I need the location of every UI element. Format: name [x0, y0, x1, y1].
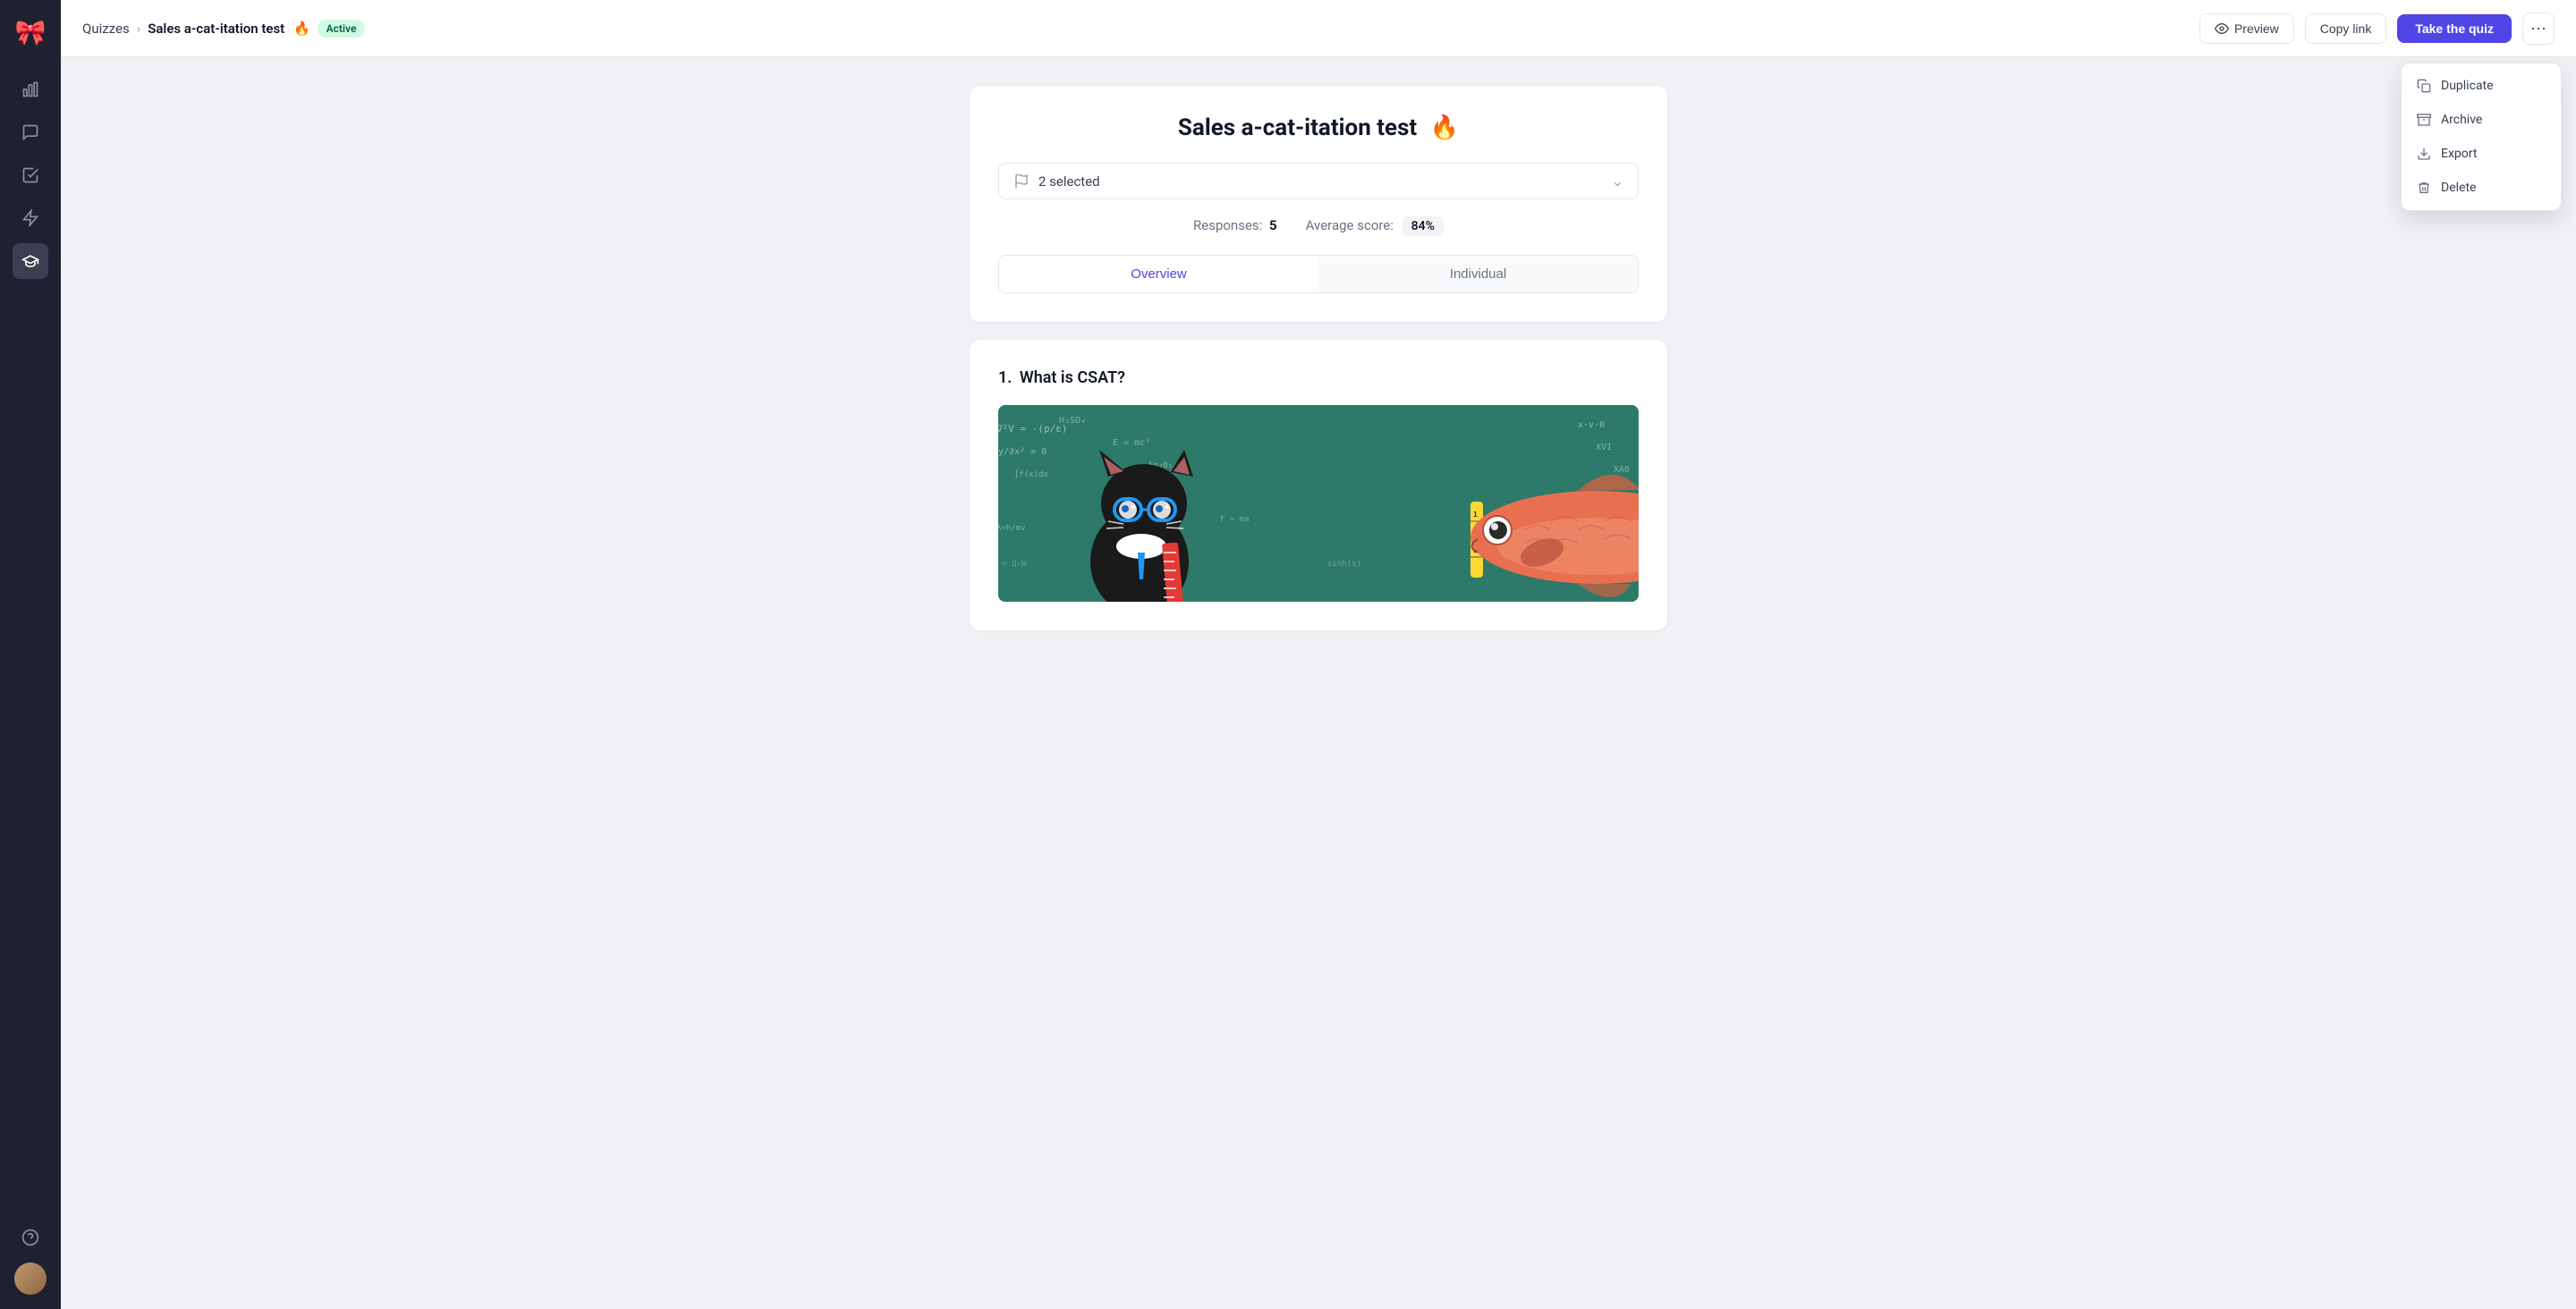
chevron-icon: ⌄ [1612, 173, 1623, 190]
svg-text:XV1: XV1 [1596, 443, 1612, 452]
header-actions: Preview Copy link Take the quiz ··· [2199, 13, 2555, 45]
svg-text:λ=h/mv: λ=h/mv [998, 524, 1026, 533]
quiz-summary-card: Sales a-cat-itation test 🔥 2 selected ⌄ … [970, 86, 1667, 322]
app-logo: 🎀 [13, 14, 48, 50]
svg-text:H₂SO₄: H₂SO₄ [1059, 416, 1086, 426]
quiz-card-title: Sales a-cat-itation test 🔥 [998, 114, 1639, 141]
sidebar-item-automation[interactable] [13, 200, 48, 236]
question-image: ∇²V = -(ρ/ε) ∂²y/∂x² = 0 H₂SO₄ ∫f(x)dx E… [998, 405, 1639, 602]
sidebar-item-chat[interactable] [13, 114, 48, 150]
question-card: 1. What is CSAT? ∇²V = -(ρ/ε) ∂²y/∂x² = … [970, 340, 1667, 630]
question-title: 1. What is CSAT? [998, 368, 1639, 387]
sidebar-bottom [13, 1220, 48, 1295]
content-area: Sales a-cat-itation test 🔥 2 selected ⌄ … [61, 57, 2576, 1309]
svg-text:x·v·0: x·v·0 [1578, 420, 1605, 430]
svg-text:ΔH = Q-W: ΔH = Q-W [998, 560, 1027, 569]
more-options-button[interactable]: ··· [2522, 13, 2555, 45]
duplicate-icon [2416, 78, 2432, 94]
responses-label: Responses: 5 [1193, 217, 1277, 233]
export-icon [2416, 146, 2432, 162]
sidebar-item-quizzes[interactable] [13, 243, 48, 279]
svg-text:F = ma: F = ma [1220, 515, 1250, 524]
sidebar-item-help[interactable] [13, 1220, 48, 1255]
breadcrumb: Quizzes › Sales a-cat-itation test 🔥 Act… [82, 20, 2189, 38]
svg-text:∂²y/∂x² = 0: ∂²y/∂x² = 0 [998, 447, 1046, 457]
tab-individual[interactable]: Individual [1318, 256, 1638, 292]
dropdown-item-duplicate[interactable]: Duplicate [2402, 69, 2561, 103]
preview-button[interactable]: Preview [2199, 13, 2294, 44]
avg-score-label: Average score: 84% [1306, 217, 1444, 233]
breadcrumb-current: Sales a-cat-itation test 🔥 [148, 21, 309, 37]
breadcrumb-root[interactable]: Quizzes [82, 21, 130, 37]
segment-label: 2 selected [1038, 173, 1612, 190]
segment-selector[interactable]: 2 selected ⌄ [998, 163, 1639, 199]
svg-text:XA0: XA0 [1614, 465, 1630, 475]
svg-text:1: 1 [1473, 511, 1478, 519]
score-badge: 84% [1402, 216, 1444, 236]
sidebar-item-analytics[interactable] [13, 72, 48, 107]
svg-text:E = mc²: E = mc² [1113, 438, 1150, 448]
svg-text:∫f(x)dx: ∫f(x)dx [1014, 469, 1049, 479]
sidebar: 🎀 [0, 0, 61, 1309]
trash-icon [2416, 180, 2432, 196]
breadcrumb-separator: › [137, 21, 141, 37]
svg-text:sinh(x): sinh(x) [1327, 560, 1361, 569]
tab-row: Overview Individual [998, 255, 1639, 293]
flag-icon [1013, 173, 1030, 190]
main-content: Quizzes › Sales a-cat-itation test 🔥 Act… [61, 0, 2576, 1309]
status-badge: Active [318, 20, 366, 38]
dropdown-item-export[interactable]: Export [2402, 137, 2561, 171]
take-quiz-button[interactable]: Take the quiz [2397, 14, 2512, 43]
tab-overview[interactable]: Overview [999, 256, 1318, 292]
svg-text:∇²V = -(ρ/ε): ∇²V = -(ρ/ε) [998, 423, 1067, 435]
dropdown-menu: Duplicate Archive Export Delete [2401, 63, 2562, 211]
stats-row: Responses: 5 Average score: 84% [998, 217, 1639, 233]
sidebar-item-forms[interactable] [13, 157, 48, 193]
dropdown-item-delete[interactable]: Delete [2402, 171, 2561, 205]
archive-icon [2416, 112, 2432, 128]
dropdown-item-archive[interactable]: Archive [2402, 103, 2561, 137]
header: Quizzes › Sales a-cat-itation test 🔥 Act… [61, 0, 2576, 57]
eye-icon [2215, 21, 2229, 36]
copy-link-button[interactable]: Copy link [2305, 13, 2387, 44]
user-avatar[interactable] [14, 1263, 47, 1295]
